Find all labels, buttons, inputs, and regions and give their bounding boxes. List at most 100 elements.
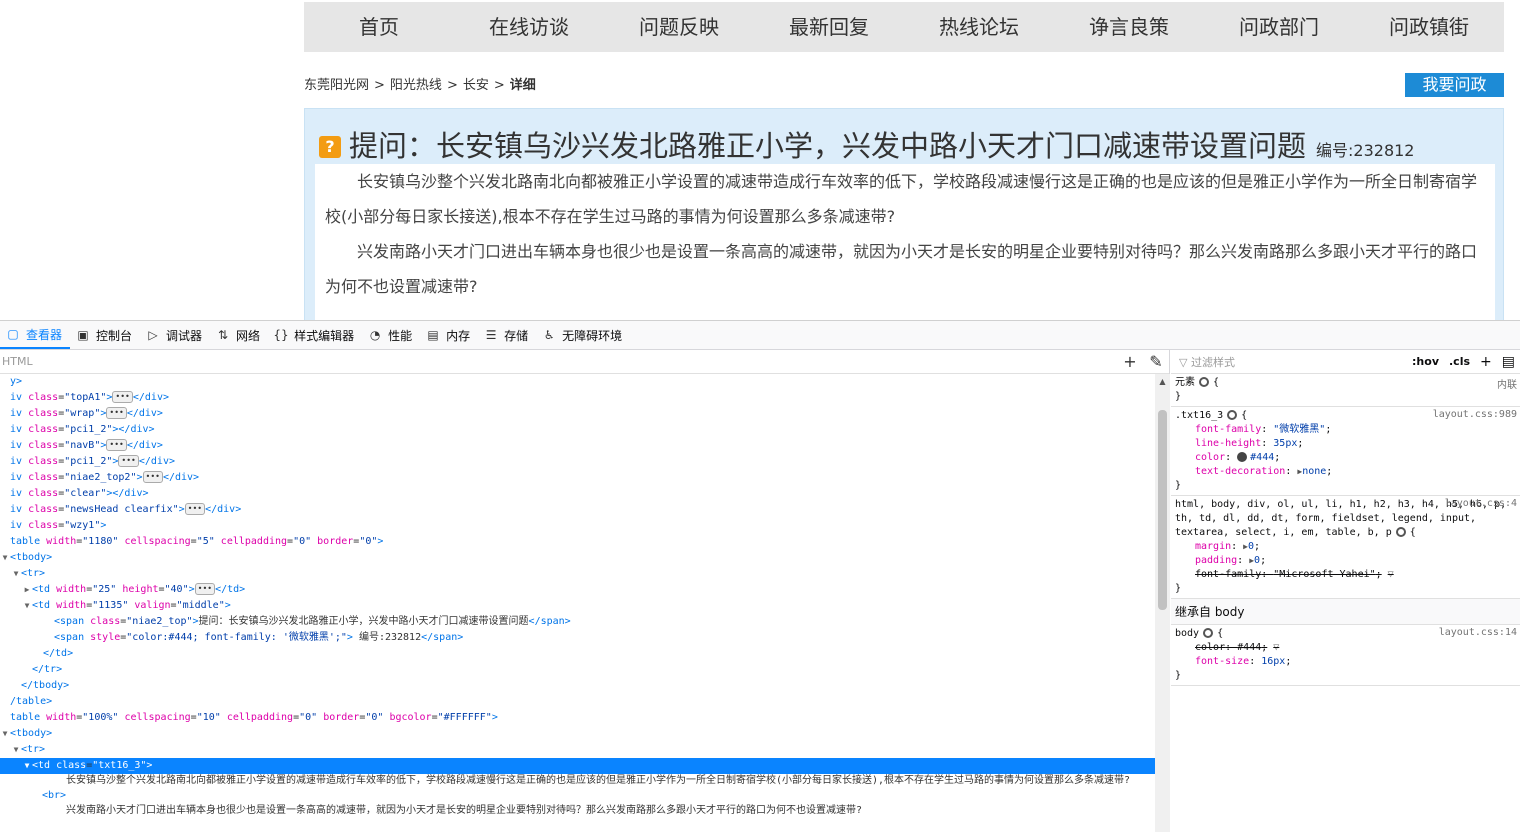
markup-node-selected[interactable]: ▼ <td class="txt16_3"> bbox=[0, 758, 1155, 774]
devtools-tab-storage[interactable]: ☰ 存储 bbox=[478, 321, 536, 349]
markup-node[interactable]: <br> bbox=[0, 788, 1155, 804]
question-box: ? 提问：长安镇乌沙兴发北路雅正小学，兴发中路小天才门口减速带设置问题 编号:2… bbox=[304, 108, 1504, 320]
markup-search-input[interactable]: HTML bbox=[0, 355, 1117, 368]
ask-question-button[interactable]: 我要问政 bbox=[1405, 73, 1504, 97]
rule-source[interactable]: layout.css:14 bbox=[1439, 627, 1517, 638]
markup-node[interactable]: iv class="wrap"> ••• </div> bbox=[0, 406, 1155, 422]
collapse-arrow-icon[interactable]: ▼ bbox=[11, 742, 21, 758]
markup-node[interactable]: table width="1180" cellspacing="5" cellp… bbox=[0, 534, 1155, 550]
markup-node[interactable]: <span class="niae2_top">提问：长安镇乌沙兴发北路雅正小学… bbox=[0, 614, 1155, 630]
gear-icon[interactable] bbox=[1203, 628, 1214, 638]
devtools-tab-console[interactable]: ▣ 控制台 bbox=[70, 321, 140, 349]
markup-node[interactable]: iv class="newsHead clearfix"> ••• </div> bbox=[0, 502, 1155, 518]
breadcrumb: 东莞阳光网 > 阳光热线 > 长安 > 详细 bbox=[304, 74, 536, 93]
console-icon: ▣ bbox=[77, 328, 89, 342]
nav-item-problem-report[interactable]: 问题反映 bbox=[604, 2, 754, 52]
cls-button[interactable]: .cls bbox=[1449, 355, 1470, 368]
collapse-arrow-icon[interactable]: ▼ bbox=[0, 726, 10, 742]
markup-node[interactable]: iv class="pci1_2"></div> bbox=[0, 422, 1155, 438]
markup-node[interactable]: iv class="pci1_2"> ••• </div> bbox=[0, 454, 1155, 470]
css-property[interactable]: margin: ▶0; bbox=[1175, 540, 1516, 554]
css-property[interactable]: font-family: "微软雅黑"; bbox=[1175, 423, 1516, 437]
collapse-arrow-icon[interactable]: ▼ bbox=[11, 566, 21, 582]
nav-item-home[interactable]: 首页 bbox=[304, 2, 454, 52]
markup-node[interactable]: ▼ <td width="1135" valign="middle"> bbox=[0, 598, 1155, 614]
devtools-tab-label: 性能 bbox=[388, 328, 413, 343]
filter-icon[interactable]: ▽ bbox=[1273, 642, 1279, 653]
nav-item-departments[interactable]: 问政部门 bbox=[1204, 2, 1354, 52]
css-property[interactable]: text-decoration: ▶none; bbox=[1175, 465, 1516, 479]
markup-node[interactable]: ▼ <tr> bbox=[0, 566, 1155, 582]
rule-source[interactable]: layout.css:989 bbox=[1433, 409, 1517, 420]
gear-icon[interactable] bbox=[1199, 377, 1209, 387]
nav-item-hotline-forum[interactable]: 热线论坛 bbox=[904, 2, 1054, 52]
markup-node[interactable]: table width="100%" cellspacing="10" cell… bbox=[0, 710, 1155, 726]
eyedropper-icon[interactable]: ✎ bbox=[1143, 352, 1169, 371]
gear-icon[interactable] bbox=[1395, 527, 1406, 537]
markup-node[interactable]: /table> bbox=[0, 694, 1155, 710]
collapse-arrow-icon[interactable]: ▼ bbox=[22, 598, 32, 614]
markup-node[interactable]: iv class="wzy1"> bbox=[0, 518, 1155, 534]
devtools-tab-performance[interactable]: ◔ 性能 bbox=[362, 321, 420, 349]
devtools-tab-accessibility[interactable]: ♿ 无障碍环境 bbox=[536, 321, 630, 349]
print-simulation-icon[interactable]: ▤ bbox=[1502, 354, 1515, 370]
css-property[interactable]: color: #444; bbox=[1175, 451, 1516, 465]
markup-text-node[interactable]: 兴发南路小天才门口进出车辆本身也很少也是设置一条高高的减速带，就因为小天才是长安… bbox=[0, 804, 1155, 818]
markup-node[interactable]: <span style="color:#444; font-family: '微… bbox=[0, 630, 1155, 646]
performance-icon: ◔ bbox=[369, 328, 381, 342]
collapse-arrow-icon[interactable]: ▼ bbox=[22, 758, 32, 774]
question-number: 编号:232812 bbox=[1316, 141, 1415, 160]
markup-node[interactable]: ▼ <tbody> bbox=[0, 726, 1155, 742]
hov-button[interactable]: :hov bbox=[1412, 355, 1439, 368]
rule-source[interactable]: layout.css:4 bbox=[1445, 498, 1517, 509]
add-node-icon[interactable]: + bbox=[1117, 352, 1143, 371]
markup-node[interactable]: y> bbox=[0, 374, 1155, 390]
color-swatch-icon[interactable] bbox=[1237, 452, 1248, 462]
css-property[interactable]: padding: ▶0; bbox=[1175, 554, 1516, 568]
breadcrumb-link-changan[interactable]: 长安 bbox=[463, 78, 489, 93]
devtools-tab-style-editor[interactable]: {} 样式编辑器 bbox=[268, 321, 362, 349]
expand-arrow-icon[interactable]: ▶ bbox=[22, 582, 32, 598]
devtools-tab-debugger[interactable]: ▷ 调试器 bbox=[140, 321, 210, 349]
markup-toolbar: HTML + ✎ bbox=[0, 350, 1169, 374]
gear-icon[interactable] bbox=[1227, 410, 1238, 420]
devtools-tab-inspector[interactable]: ▢ 查看器 bbox=[0, 321, 71, 349]
devtools-tab-label: 存储 bbox=[504, 328, 529, 343]
markup-node[interactable]: ▼ <tr> bbox=[0, 742, 1155, 758]
nav-item-online-interview[interactable]: 在线访谈 bbox=[454, 2, 604, 52]
markup-node[interactable]: iv class="clear"></div> bbox=[0, 486, 1155, 502]
filter-styles-input[interactable]: ▽ 过滤样式 bbox=[1179, 354, 1407, 370]
main-navbar: 首页 在线访谈 问题反映 最新回复 热线论坛 诤言良策 问政部门 问政镇街 bbox=[304, 2, 1504, 52]
devtools-tab-network[interactable]: ⇅ 网络 bbox=[210, 321, 268, 349]
markup-node[interactable]: </tbody> bbox=[0, 678, 1155, 694]
markup-node[interactable]: </tr> bbox=[0, 662, 1155, 678]
markup-node[interactable]: </td> bbox=[0, 646, 1155, 662]
filter-icon[interactable]: ▽ bbox=[1388, 569, 1394, 580]
collapse-arrow-icon[interactable]: ▼ bbox=[0, 550, 10, 566]
css-property[interactable]: line-height: 35px; bbox=[1175, 437, 1516, 451]
breadcrumb-link-home[interactable]: 东莞阳光网 bbox=[304, 78, 369, 93]
markup-node[interactable]: ▶ <td width="25" height="40"> ••• </td> bbox=[0, 582, 1155, 598]
css-property-overridden[interactable]: font-family: "Microsoft Yahei"; ▽ bbox=[1175, 568, 1516, 582]
devtools-tab-label: 调试器 bbox=[166, 328, 203, 343]
scroll-up-icon[interactable]: ▲ bbox=[1155, 374, 1170, 390]
markup-node[interactable]: iv class="niae2_top2"> ••• </div> bbox=[0, 470, 1155, 486]
css-property[interactable]: font-size: 16px; bbox=[1175, 655, 1516, 669]
scrollbar-thumb[interactable] bbox=[1158, 410, 1167, 610]
markup-node[interactable]: ▼ <tbody> bbox=[0, 550, 1155, 566]
nav-item-latest-reply[interactable]: 最新回复 bbox=[754, 2, 904, 52]
rule-selector: .txt16_3 bbox=[1175, 410, 1224, 421]
devtools-tab-label: 控制台 bbox=[96, 328, 133, 343]
markup-node[interactable]: iv class="navB"> ••• </div> bbox=[0, 438, 1155, 454]
question-content: 长安镇乌沙整个兴发北路南北向都被雅正小学设置的减速带造成行车效率的低下，学校路段… bbox=[315, 164, 1495, 320]
add-rule-icon[interactable]: + bbox=[1480, 354, 1492, 370]
nav-item-suggestions[interactable]: 诤言良策 bbox=[1054, 2, 1204, 52]
markup-node[interactable]: iv class="topA1"> ••• </div> bbox=[0, 390, 1155, 406]
nav-item-towns[interactable]: 问政镇街 bbox=[1354, 2, 1504, 52]
breadcrumb-link-hotline[interactable]: 阳光热线 bbox=[390, 78, 442, 93]
markup-text-node[interactable]: 长安镇乌沙整个兴发北路南北向都被雅正小学设置的减速带造成行车效率的低下，学校路段… bbox=[0, 774, 1155, 788]
devtools-tab-memory[interactable]: ▤ 内存 bbox=[420, 321, 478, 349]
debugger-icon: ▷ bbox=[148, 328, 158, 342]
css-property-overridden[interactable]: color: #444; ▽ bbox=[1175, 641, 1516, 655]
markup-scrollbar[interactable]: ▲ bbox=[1155, 374, 1170, 832]
